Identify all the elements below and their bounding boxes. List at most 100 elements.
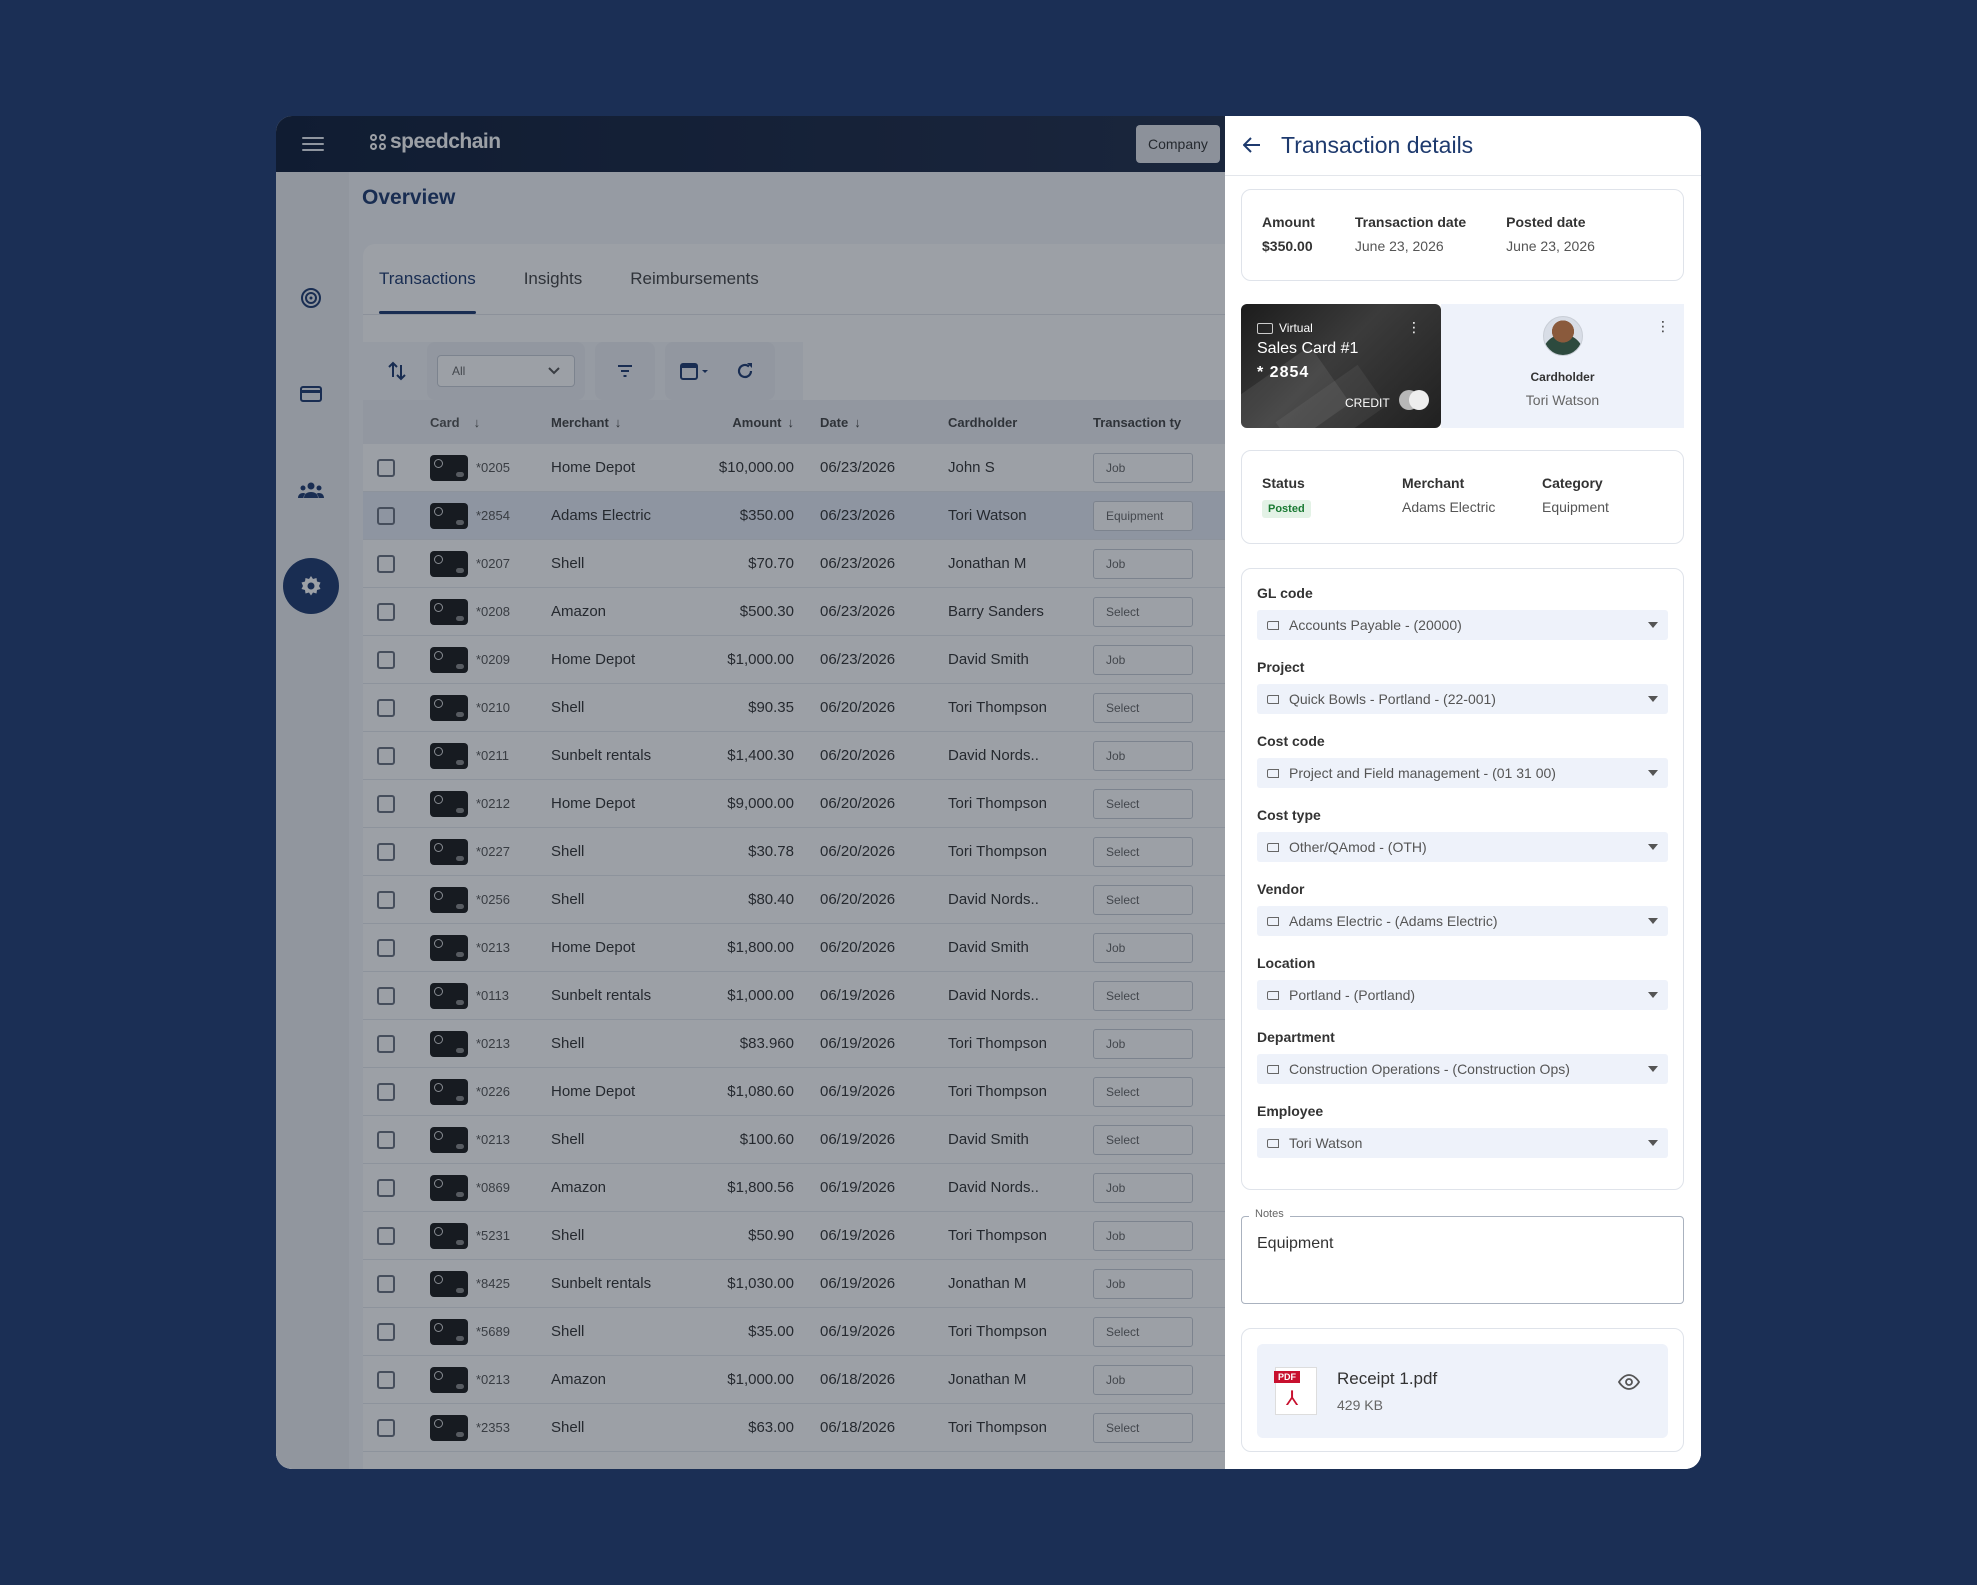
card-kebab-icon[interactable]: ⋮ xyxy=(1407,319,1421,336)
row-checkbox[interactable] xyxy=(376,1082,395,1101)
tab-insights[interactable]: Insights xyxy=(524,244,583,314)
location-select[interactable]: Portland - (Portland) xyxy=(1257,980,1668,1010)
card-last4: *0226 xyxy=(476,1084,510,1099)
category-label: Category xyxy=(1542,475,1603,491)
row-checkbox[interactable] xyxy=(376,890,395,909)
row-checkbox[interactable] xyxy=(376,650,395,669)
transaction-type-select[interactable]: Equipment xyxy=(1093,500,1193,531)
row-checkbox[interactable] xyxy=(376,458,395,477)
tab-transactions[interactable]: Transactions xyxy=(379,244,476,314)
receipt-item[interactable]: PDF ⅄ Receipt 1.pdf 429 KB xyxy=(1257,1344,1668,1438)
receipt-name: Receipt 1.pdf xyxy=(1337,1369,1438,1388)
gl-code-select[interactable]: Accounts Payable - (20000) xyxy=(1257,610,1668,640)
row-checkbox[interactable] xyxy=(376,938,395,957)
cardholder-cell: David Nords.. xyxy=(948,747,1039,764)
transaction-type-select[interactable]: Job xyxy=(1093,548,1193,579)
transaction-type-select[interactable]: Job xyxy=(1093,452,1193,483)
vendor-select[interactable]: Adams Electric - (Adams Electric) xyxy=(1257,906,1668,936)
transaction-type-select[interactable]: Job xyxy=(1093,740,1193,771)
back-arrow-icon[interactable] xyxy=(1242,133,1261,159)
row-checkbox[interactable] xyxy=(376,1226,395,1245)
merchant-cell: Home Depot xyxy=(551,939,636,956)
dashboard-icon[interactable] xyxy=(283,270,339,326)
row-checkbox[interactable] xyxy=(376,842,395,861)
menu-icon[interactable] xyxy=(302,134,324,154)
row-checkbox[interactable] xyxy=(376,1370,395,1389)
amount-cell: $1,800.56 xyxy=(727,1179,794,1196)
card-last4: *0213 xyxy=(476,1372,510,1387)
transaction-type-select[interactable]: Job xyxy=(1093,1172,1193,1203)
transaction-type-select[interactable]: Select xyxy=(1093,1076,1193,1107)
employee-select[interactable]: Tori Watson xyxy=(1257,1128,1668,1158)
tag-icon xyxy=(1267,1138,1279,1148)
transaction-type-select[interactable]: Select xyxy=(1093,1316,1193,1347)
project-select[interactable]: Quick Bowls - Portland - (22-001) xyxy=(1257,684,1668,714)
cardholder-cell: Tori Thompson xyxy=(948,1419,1047,1436)
cardholder-cell: Jonathan M xyxy=(948,555,1027,572)
row-checkbox[interactable] xyxy=(376,602,395,621)
transaction-type-select[interactable]: Job xyxy=(1093,1028,1193,1059)
row-checkbox[interactable] xyxy=(376,746,395,765)
receipts-section: PDF ⅄ Receipt 1.pdf 429 KB xyxy=(1241,1328,1684,1452)
table-toolbar: All xyxy=(363,342,803,400)
row-checkbox[interactable] xyxy=(376,1274,395,1293)
transaction-type-select[interactable]: Job xyxy=(1093,1268,1193,1299)
transaction-type-select[interactable]: Select xyxy=(1093,980,1193,1011)
transaction-type-select[interactable]: Job xyxy=(1093,1364,1193,1395)
users-icon[interactable] xyxy=(283,462,339,518)
credit-card-icon[interactable] xyxy=(283,366,339,422)
row-checkbox[interactable] xyxy=(376,1034,395,1053)
row-checkbox[interactable] xyxy=(376,698,395,717)
row-checkbox[interactable] xyxy=(376,554,395,573)
cost-code-select[interactable]: Project and Field management - (01 31 00… xyxy=(1257,758,1668,788)
card-last4: *0213 xyxy=(476,1036,510,1051)
merchant-cell: Home Depot xyxy=(551,459,636,476)
date-cell: 06/23/2026 xyxy=(820,555,896,572)
date-cell: 06/19/2026 xyxy=(820,1035,896,1052)
transaction-type-select[interactable]: Select xyxy=(1093,788,1193,819)
transaction-type-select[interactable]: Select xyxy=(1093,692,1193,723)
card-thumbnail-icon xyxy=(430,982,468,1009)
company-button[interactable]: Company xyxy=(1136,125,1220,163)
row-checkbox[interactable] xyxy=(376,986,395,1005)
filter-lines-icon[interactable] xyxy=(605,351,645,391)
column-header-card[interactable]: Card ↓ xyxy=(408,415,541,430)
cost-type-select[interactable]: Other/QAmod - (OTH) xyxy=(1257,832,1668,862)
row-checkbox[interactable] xyxy=(376,1322,395,1341)
row-checkbox[interactable] xyxy=(376,794,395,813)
transaction-type-select[interactable]: Job xyxy=(1093,644,1193,675)
column-header-cardholder[interactable]: Cardholder xyxy=(928,415,1083,430)
column-header-amount[interactable]: Amount ↓ xyxy=(696,415,798,430)
transaction-type-select[interactable]: Select xyxy=(1093,884,1193,915)
row-checkbox[interactable] xyxy=(376,1178,395,1197)
tab-reimbursements[interactable]: Reimbursements xyxy=(630,244,759,314)
filter-group: All xyxy=(427,342,585,400)
card-last4: *0209 xyxy=(476,652,510,667)
view-eye-icon[interactable] xyxy=(1617,1374,1641,1395)
column-header-date[interactable]: Date ↓ xyxy=(798,415,928,430)
status-summary: Status Posted Merchant Adams Electric Cate… xyxy=(1241,450,1684,544)
transaction-type-select[interactable]: Job xyxy=(1093,932,1193,963)
row-checkbox[interactable] xyxy=(376,506,395,525)
refresh-icon[interactable] xyxy=(725,351,765,391)
transaction-type-select[interactable]: Select xyxy=(1093,596,1193,627)
row-checkbox[interactable] xyxy=(376,1130,395,1149)
notes-textarea[interactable]: Equipment xyxy=(1241,1216,1684,1304)
tag-icon xyxy=(1267,990,1279,1000)
row-checkbox[interactable] xyxy=(376,1418,395,1437)
cardholder-kebab-icon[interactable]: ⋮ xyxy=(1656,318,1670,335)
transaction-type-select[interactable]: Select xyxy=(1093,1412,1193,1443)
transaction-type-select[interactable]: Select xyxy=(1093,1124,1193,1155)
virtual-card[interactable]: Virtual ⋮ Sales Card #1 * 2854 CREDIT xyxy=(1241,304,1441,428)
settings-gear-icon[interactable] xyxy=(283,558,339,614)
status-filter-select[interactable]: All xyxy=(437,355,575,387)
calendar-icon[interactable] xyxy=(675,351,715,391)
transaction-type-select[interactable]: Select xyxy=(1093,836,1193,867)
amount-cell: $1,080.60 xyxy=(727,1083,794,1100)
amount-cell: $80.40 xyxy=(748,891,794,908)
amount-cell: $500.30 xyxy=(739,603,794,620)
department-select[interactable]: Construction Operations - (Construction … xyxy=(1257,1054,1668,1084)
transaction-type-select[interactable]: Job xyxy=(1093,1220,1193,1251)
sort-arrows-icon[interactable] xyxy=(377,351,417,391)
column-header-merchant[interactable]: Merchant ↓ xyxy=(541,415,696,430)
